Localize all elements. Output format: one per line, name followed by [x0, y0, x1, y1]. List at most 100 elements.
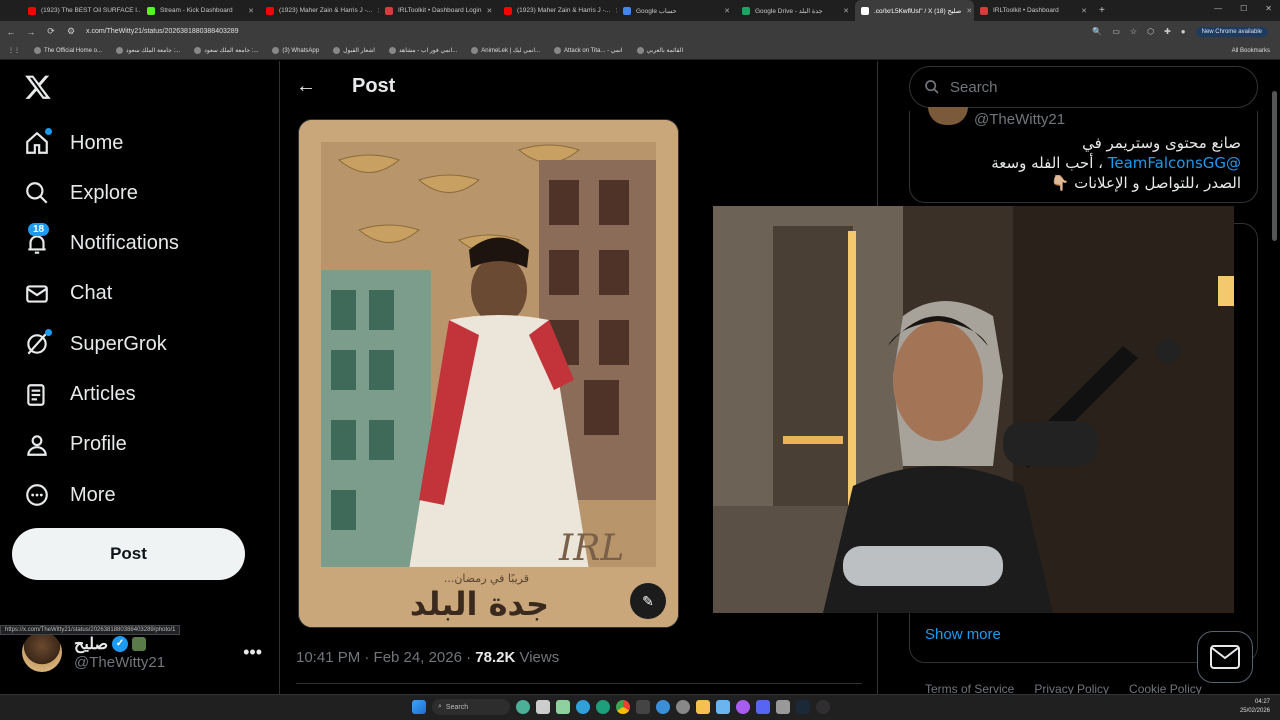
tab-close-icon[interactable]: ✕: [843, 7, 849, 15]
x-logo-icon[interactable]: [24, 73, 52, 101]
bookmark-item[interactable]: اشعار القبول: [333, 47, 375, 54]
nav-item-label: Notifications: [70, 232, 179, 255]
back-arrow-icon[interactable]: ←: [296, 75, 316, 98]
obs-icon[interactable]: [816, 700, 830, 714]
browser-tab[interactable]: (1923) Maher Zain & Harris J -...✕: [498, 0, 617, 21]
notification-badge: 18: [28, 222, 50, 236]
nav-item-explore[interactable]: Explore: [24, 173, 138, 213]
taskbar-clock[interactable]: 04:27 25/02/2026: [1240, 698, 1270, 716]
tab-close-icon[interactable]: ✕: [724, 7, 730, 15]
bio-line-3: الصدر ،للتواصل و الإعلانات 👇🏼: [1050, 174, 1241, 192]
grok-image-edit-icon[interactable]: ✎: [630, 583, 666, 619]
nav-item-chat[interactable]: Chat: [24, 274, 112, 314]
bookmark-item[interactable]: انمي فور اب - مشاهد...: [388, 47, 457, 54]
bio-mention-link[interactable]: @TeamFalconsGG: [1108, 154, 1241, 172]
app-icon[interactable]: [716, 700, 730, 714]
scrollbar-thumb[interactable]: [1272, 91, 1277, 241]
tab-close-icon[interactable]: ✕: [486, 7, 492, 15]
app-icon[interactable]: [636, 700, 650, 714]
windows-start-icon[interactable]: [412, 700, 426, 714]
edge-icon[interactable]: [596, 700, 610, 714]
settings-icon[interactable]: [676, 700, 690, 714]
account-name-row: صليح ✓: [74, 634, 165, 654]
bookmark-item[interactable]: The Official Home o...: [34, 47, 102, 54]
tab-close-icon[interactable]: ✕: [966, 7, 972, 15]
profile-icon[interactable]: ●: [1181, 27, 1186, 36]
app-icon[interactable]: [776, 700, 790, 714]
url-field[interactable]: x.com/TheWitty21/status/2026381880388403…: [86, 28, 1082, 35]
chrome-update-button[interactable]: New Chrome available: [1195, 26, 1268, 37]
search-input[interactable]: Search: [950, 79, 998, 96]
browser-tab[interactable]: Google Drive - جدة البلد ✕: [736, 0, 855, 21]
chrome-icon[interactable]: [616, 700, 630, 714]
close-icon[interactable]: ✕: [1265, 4, 1272, 13]
bookmark-favicon-icon: [115, 47, 123, 54]
bookmark-star-icon[interactable]: ☆: [1130, 27, 1137, 36]
steam-icon[interactable]: [796, 700, 810, 714]
bookmark-favicon-icon: [34, 47, 41, 54]
task-view-icon[interactable]: [536, 700, 550, 714]
site-info-icon[interactable]: ⚙: [66, 26, 76, 37]
page-scrollbar[interactable]: [1270, 61, 1280, 694]
bookmark-item[interactable]: (3) WhatsApp: [272, 47, 319, 54]
tab-title: (1923) Maher Zain & Harris J -...: [517, 7, 611, 14]
nav-item-more[interactable]: More: [24, 475, 116, 515]
profile-card-handle[interactable]: @TheWitty21: [974, 111, 1065, 128]
bookmark-item[interactable]: جامعة الملك سعود :...: [194, 47, 258, 54]
app-icon[interactable]: [756, 700, 770, 714]
zoom-icon[interactable]: 🔍: [1092, 27, 1102, 36]
messages-drawer-button[interactable]: [1197, 631, 1253, 683]
more-options-icon[interactable]: •••: [243, 642, 262, 663]
browser-tab[interactable]: Stream - Kick Dashboard ✕: [141, 0, 260, 21]
edge-icon[interactable]: [576, 700, 590, 714]
bookmark-item[interactable]: Attack on Tita... - انمي: [554, 47, 623, 54]
avatar: [22, 632, 62, 672]
bookmark-item[interactable]: القائمة بالعربي: [636, 47, 683, 54]
nav-item-articles[interactable]: Articles: [24, 375, 136, 415]
all-bookmarks-button[interactable]: All Bookmarks: [1232, 48, 1270, 54]
back-icon[interactable]: ←: [6, 27, 16, 37]
profile-card-avatar[interactable]: [928, 107, 968, 125]
new-tab-button[interactable]: +: [1093, 5, 1111, 16]
browser-tab[interactable]: IRLToolkit • Dashboard Login ✕: [379, 0, 498, 21]
bookmark-item[interactable]: AnimeLek | انمي ليك...: [471, 47, 540, 54]
file-explorer-icon[interactable]: [696, 700, 710, 714]
unread-dot: [45, 128, 52, 135]
nav-item-supergrok[interactable]: SuperGrok: [24, 324, 167, 364]
minimize-icon[interactable]: —: [1214, 4, 1222, 13]
browser-tab[interactable]: (1923) Maher Zain & Harris J -...✕: [260, 0, 379, 21]
forward-icon[interactable]: →: [26, 27, 36, 37]
views-count: 78.2K: [475, 649, 516, 666]
app-icon[interactable]: [556, 700, 570, 714]
extensions-puzzle-icon[interactable]: ✚: [1164, 27, 1171, 36]
person-icon: [24, 432, 50, 458]
tab-close-icon[interactable]: ✕: [248, 7, 254, 15]
windows-taskbar: ⌕ Search 04:27 25/02/2026: [0, 694, 1280, 720]
app-icon[interactable]: [656, 700, 670, 714]
post-image[interactable]: IRL قريبًا في رمضان... جدة البلد ✎: [298, 119, 679, 628]
account-switcher[interactable]: صليح ✓ @TheWitty21 •••: [22, 629, 262, 675]
post-timestamp[interactable]: 10:41 PM · Feb 24, 2026 ·: [296, 649, 475, 666]
affiliate-badge-icon: [132, 636, 147, 651]
browser-tab[interactable]: .co/lxrL5KwflUsl" / X صليح (18) ✕: [855, 0, 974, 21]
account-name: صليح: [74, 635, 109, 653]
search-box[interactable]: Search: [909, 66, 1258, 108]
app-icon[interactable]: [736, 700, 750, 714]
reload-icon[interactable]: ⟳: [46, 26, 56, 37]
cast-icon[interactable]: ▭: [1112, 27, 1120, 36]
bookmark-item[interactable]: جامعة الملك سعود :...: [115, 47, 180, 54]
taskbar-search[interactable]: ⌕ Search: [432, 699, 510, 715]
post-button[interactable]: Post: [12, 528, 245, 580]
show-more-link[interactable]: Show more: [925, 626, 1001, 643]
apps-grid-icon[interactable]: ⋮⋮: [8, 47, 20, 54]
nav-item-notifications[interactable]: 18 Notifications: [24, 222, 179, 264]
copilot-icon[interactable]: [516, 700, 530, 714]
browser-tab[interactable]: (1923) The BEST Oil SURFACE l...✕: [22, 0, 141, 21]
browser-tab[interactable]: Google حساب ✕: [617, 0, 736, 21]
browser-tab[interactable]: IRLToolkit • Dashboard ✕: [974, 0, 1093, 21]
extension-icon[interactable]: ⬡: [1147, 27, 1154, 36]
nav-item-profile[interactable]: Profile: [24, 425, 127, 465]
tab-close-icon[interactable]: ✕: [1081, 7, 1087, 15]
nav-item-home[interactable]: Home: [24, 123, 123, 163]
maximize-icon[interactable]: ☐: [1240, 4, 1247, 13]
